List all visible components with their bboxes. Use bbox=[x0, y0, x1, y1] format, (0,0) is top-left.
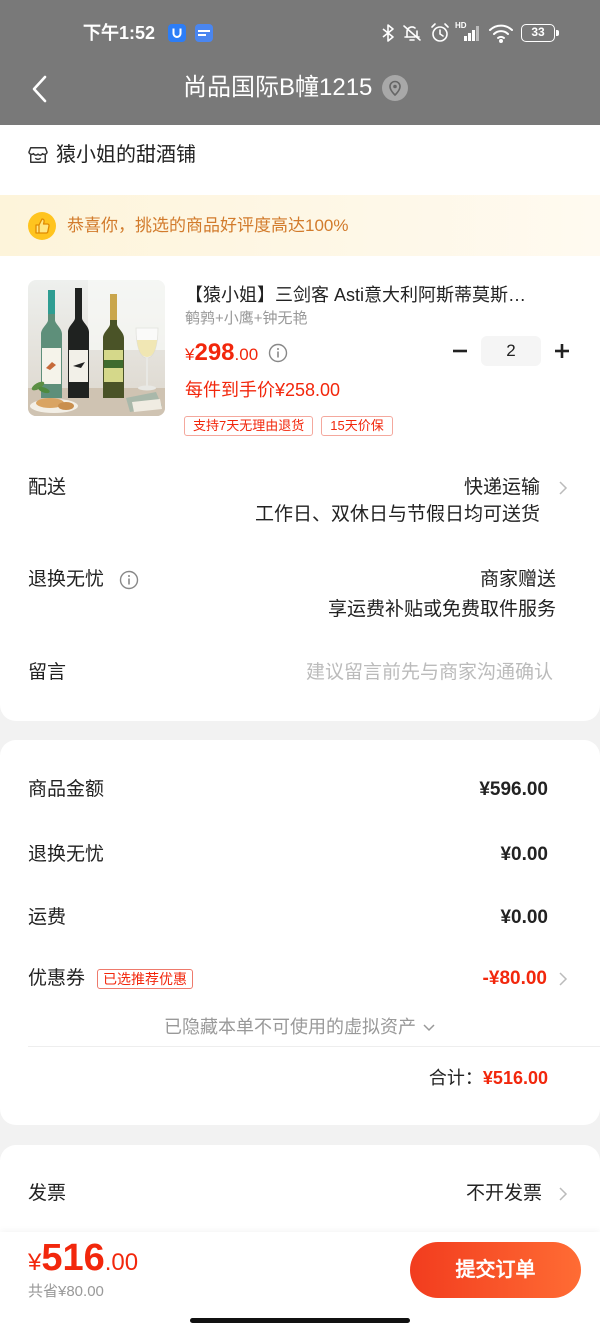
checkout-page: 下午1:52 HD 33 尚品国际B幢1215 猿小姐的甜酒铺 恭喜你，挑选的商… bbox=[0, 0, 600, 1333]
chevron-right-icon bbox=[558, 1186, 568, 1202]
status-time: 下午1:52 bbox=[83, 23, 156, 43]
invoice-label: 发票 bbox=[28, 1183, 67, 1204]
product-tags: 支持7天无理由退货 15天价保 bbox=[184, 416, 393, 436]
message-input[interactable] bbox=[223, 660, 553, 686]
return-fee-label: 退换无忧 bbox=[28, 844, 105, 865]
signal-icon: HD bbox=[455, 21, 481, 43]
price-decimal: .00 bbox=[234, 345, 259, 364]
bell-off-icon bbox=[401, 22, 423, 44]
price-summary-card: 商品金额 ¥596.00 退换无忧 ¥0.00 运费 ¥0.00 优惠券 已选推… bbox=[0, 740, 600, 1125]
footer-total-price: ¥ 516 .00 bbox=[28, 1236, 138, 1280]
shipping-label: 运费 bbox=[28, 907, 67, 928]
chevron-right-icon bbox=[558, 971, 568, 987]
status-bar: 下午1:52 HD 33 bbox=[0, 0, 600, 62]
footer-price-decimal: .00 bbox=[104, 1249, 139, 1276]
return-service-label: 退换无忧 bbox=[28, 569, 105, 590]
location-pin-icon[interactable] bbox=[382, 75, 409, 101]
price-symbol: ¥ bbox=[185, 345, 195, 364]
minus-icon bbox=[451, 342, 469, 360]
address-header[interactable]: 尚品国际B幢1215 bbox=[183, 72, 409, 104]
total-row: 合计： ¥516.00 bbox=[429, 1065, 548, 1091]
praise-banner: 恭喜你，挑选的商品好评度高达100% bbox=[0, 195, 600, 256]
return-service-note: 享运费补贴或免费取件服务 bbox=[327, 599, 556, 620]
shop-name[interactable]: 猿小姐的甜酒铺 bbox=[56, 142, 196, 168]
delivery-note: 工作日、双休日与节假日均可送货 bbox=[254, 504, 540, 525]
shipping-value: ¥0.00 bbox=[500, 907, 548, 928]
quantity-input[interactable] bbox=[481, 336, 541, 366]
return-fee-value: ¥0.00 bbox=[500, 844, 548, 865]
page-title[interactable]: 尚品国际B幢1215 bbox=[183, 72, 372, 104]
battery-nub bbox=[556, 30, 559, 36]
price-info-icon[interactable] bbox=[268, 343, 288, 363]
home-indicator[interactable] bbox=[190, 1318, 410, 1323]
thumbs-up-icon bbox=[28, 211, 56, 240]
total-label: 合计： bbox=[428, 1068, 483, 1088]
quantity-increase-button[interactable] bbox=[553, 342, 571, 360]
nav-header: 尚品国际B幢1215 bbox=[0, 62, 600, 125]
bluetooth-icon bbox=[381, 23, 395, 43]
product-price: ¥ 298 .00 bbox=[185, 337, 288, 369]
info-icon[interactable] bbox=[119, 570, 139, 590]
coupon-value[interactable]: -¥80.00 bbox=[483, 966, 547, 992]
store-icon bbox=[28, 145, 48, 165]
final-unit-price: 每件到手价¥258.00 bbox=[185, 380, 341, 400]
order-card: 猿小姐的甜酒铺 恭喜你，挑选的商品好评度高达100% 【猿小姐】三剑客 Asti… bbox=[0, 125, 600, 721]
signal-hd-label: HD bbox=[455, 21, 467, 30]
plus-icon bbox=[553, 342, 571, 360]
jdm-app-icon bbox=[195, 24, 213, 42]
hidden-assets-text: 已隐藏本单不可使用的虚拟资产 bbox=[164, 1017, 416, 1037]
footer-saved: 共省¥80.00 bbox=[28, 1283, 104, 1300]
battery-icon: 33 bbox=[521, 24, 555, 42]
coupon-label: 优惠券 bbox=[28, 968, 86, 989]
shop-row[interactable]: 猿小姐的甜酒铺 bbox=[28, 142, 196, 168]
price-integer: 298 bbox=[194, 339, 235, 366]
subtotal-label: 商品金额 bbox=[28, 779, 105, 800]
tag-price-protect: 15天价保 bbox=[321, 416, 393, 436]
chevron-left-icon bbox=[30, 74, 50, 104]
quantity-decrease-button[interactable] bbox=[451, 342, 469, 360]
back-button[interactable] bbox=[30, 74, 50, 104]
footer-price-integer: 516 bbox=[41, 1237, 105, 1279]
u-app-icon bbox=[168, 24, 186, 42]
footer-price-symbol: ¥ bbox=[28, 1249, 42, 1276]
return-service-value: 商家赠送 bbox=[479, 569, 556, 590]
chevron-right-icon bbox=[558, 480, 568, 496]
delivery-method[interactable]: 快递运输 bbox=[464, 475, 540, 501]
wifi-icon bbox=[488, 23, 514, 43]
message-label: 留言 bbox=[28, 662, 67, 683]
product-image[interactable] bbox=[28, 280, 165, 416]
banner-text: 恭喜你，挑选的商品好评度高达100% bbox=[67, 215, 349, 235]
hidden-assets-toggle[interactable]: 已隐藏本单不可使用的虚拟资产 bbox=[0, 1015, 600, 1039]
alarm-icon bbox=[429, 22, 451, 44]
delivery-label: 配送 bbox=[28, 477, 67, 498]
chevron-down-icon bbox=[422, 1023, 436, 1032]
subtotal-value: ¥596.00 bbox=[479, 779, 548, 800]
submit-order-button[interactable]: 提交订单 bbox=[410, 1242, 581, 1298]
product-title[interactable]: 【猿小姐】三剑客 Asti意大利阿斯蒂莫斯… bbox=[185, 283, 557, 307]
divider bbox=[28, 1046, 600, 1047]
coupon-badge: 已选推荐优惠 bbox=[97, 969, 193, 989]
tag-return-policy: 支持7天无理由退货 bbox=[184, 416, 314, 436]
product-variant: 鹌鹑+小鹰+钟无艳 bbox=[185, 310, 308, 327]
total-value: ¥516.00 bbox=[482, 1068, 548, 1088]
invoice-value[interactable]: 不开发票 bbox=[466, 1181, 542, 1207]
